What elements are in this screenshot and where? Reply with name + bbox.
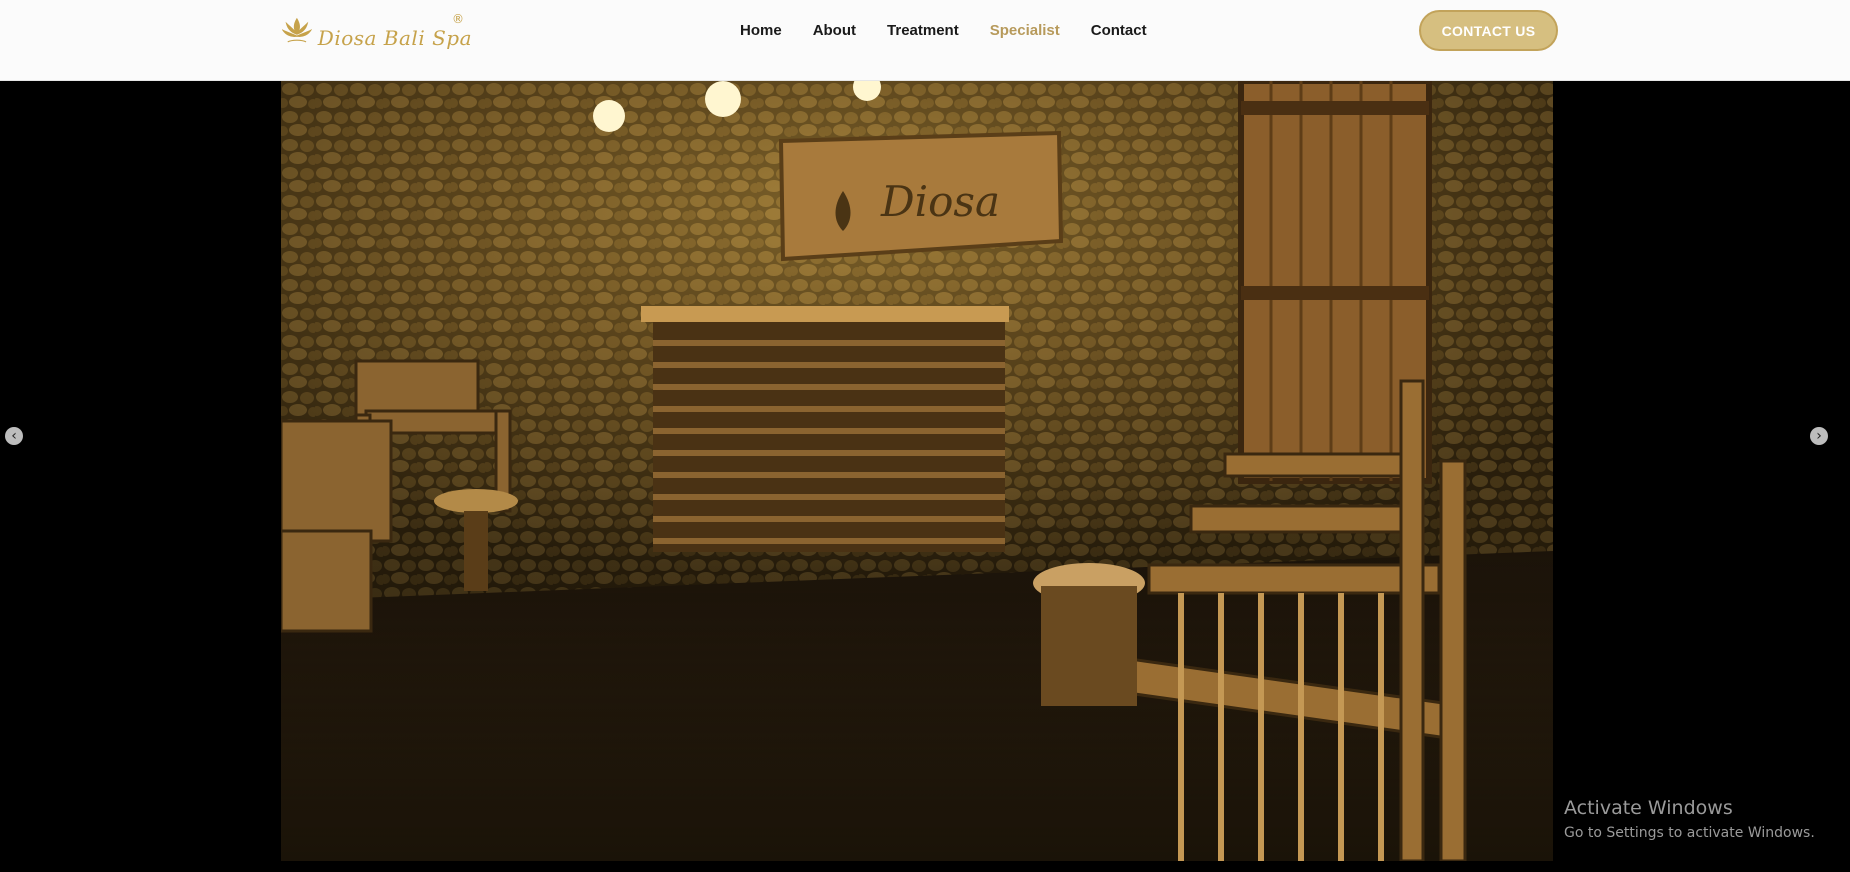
nav-specialist[interactable]: Specialist xyxy=(990,20,1060,42)
main-nav: Home About Treatment Specialist Contact xyxy=(740,20,1178,42)
site-header: Diosa Bali Spa ® Home About Treatment Sp… xyxy=(0,0,1850,81)
windows-activation-watermark: Activate Windows Go to Settings to activ… xyxy=(1564,797,1815,841)
nav-treatment[interactable]: Treatment xyxy=(887,20,959,42)
site-logo[interactable]: Diosa Bali Spa xyxy=(282,6,472,56)
nav-about[interactable]: About xyxy=(813,20,856,42)
watermark-subtitle: Go to Settings to activate Windows. xyxy=(1564,825,1815,841)
contact-us-button[interactable]: CONTACT US xyxy=(1419,10,1558,51)
lotus-logo-icon xyxy=(282,17,312,43)
registered-mark: ® xyxy=(452,12,464,26)
sign-text: Diosa xyxy=(880,177,1000,226)
nav-contact[interactable]: Contact xyxy=(1091,20,1147,42)
image-slider: Diosa ‹ › xyxy=(0,81,1850,872)
chevron-right-icon: › xyxy=(1816,428,1822,444)
slider-next-button[interactable]: › xyxy=(1810,427,1828,445)
chevron-left-icon: ‹ xyxy=(11,428,17,444)
logo-text: Diosa Bali Spa xyxy=(317,26,472,50)
slider-prev-button[interactable]: ‹ xyxy=(5,427,23,445)
nav-home[interactable]: Home xyxy=(740,20,782,42)
slide-image: Diosa xyxy=(281,81,1553,861)
watermark-title: Activate Windows xyxy=(1564,797,1733,819)
spa-reception-photo: Diosa xyxy=(281,81,1553,861)
